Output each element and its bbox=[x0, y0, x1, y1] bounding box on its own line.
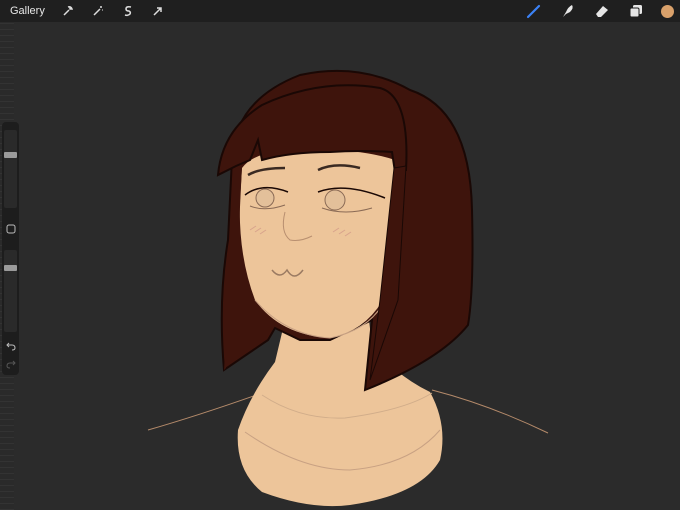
selection-s-icon[interactable] bbox=[121, 4, 135, 18]
wrench-icon[interactable] bbox=[61, 4, 75, 18]
layers-icon[interactable] bbox=[627, 2, 645, 20]
opacity-thumb[interactable] bbox=[4, 265, 17, 271]
smudge-icon[interactable] bbox=[559, 2, 577, 20]
tool-group-right bbox=[517, 0, 680, 22]
drawing-canvas[interactable] bbox=[0, 0, 680, 510]
side-toolbar bbox=[2, 122, 19, 375]
undo-icon[interactable] bbox=[5, 340, 16, 351]
modify-square-icon[interactable] bbox=[5, 223, 16, 234]
transform-arrow-icon[interactable] bbox=[151, 4, 165, 18]
eye-right-iris bbox=[324, 189, 346, 211]
brush-icon[interactable] bbox=[525, 2, 543, 20]
color-swatch-button[interactable] bbox=[661, 4, 674, 18]
redo-icon[interactable] bbox=[5, 358, 16, 369]
magic-wand-icon[interactable] bbox=[91, 4, 105, 18]
shoulder-line-right bbox=[431, 389, 549, 434]
brush-size-thumb[interactable] bbox=[4, 152, 17, 158]
top-toolbar: Gallery bbox=[0, 0, 680, 22]
opacity-slider[interactable] bbox=[4, 250, 17, 332]
brush-size-slider[interactable] bbox=[4, 130, 17, 208]
gallery-button[interactable]: Gallery bbox=[10, 5, 45, 17]
eye-left-iris bbox=[255, 188, 275, 208]
eraser-icon[interactable] bbox=[593, 2, 611, 20]
